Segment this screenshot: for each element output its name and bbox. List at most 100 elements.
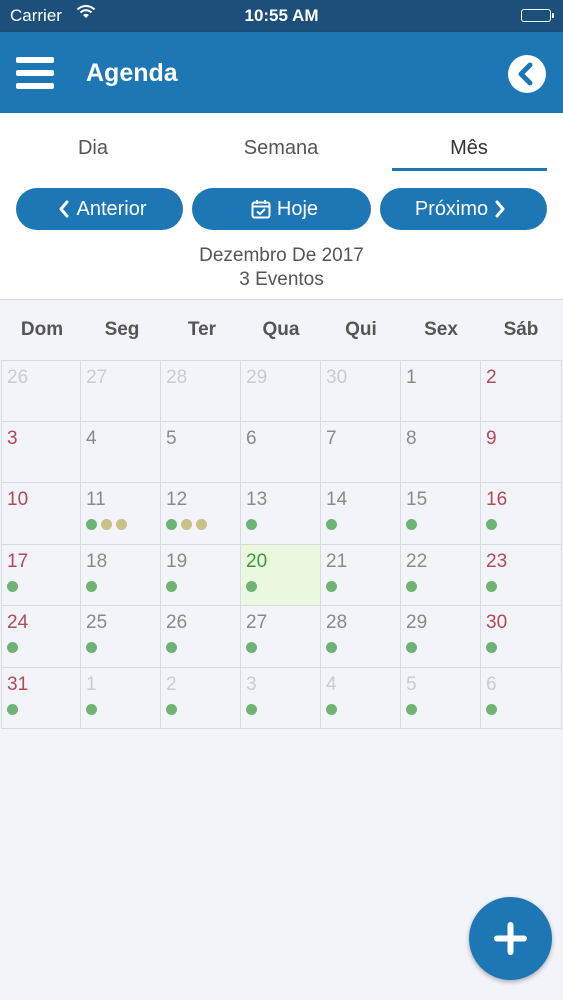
calendar-day[interactable]: 26	[1, 360, 81, 422]
calendar-day[interactable]: 2	[481, 360, 562, 422]
event-dot	[486, 704, 497, 715]
calendar-day[interactable]: 21	[321, 545, 401, 606]
calendar-day[interactable]: 3	[241, 668, 321, 729]
calendar-day[interactable]: 30	[321, 360, 401, 422]
calendar-day[interactable]: 1	[81, 668, 161, 729]
calendar-day[interactable]: 24	[1, 606, 81, 668]
event-indicators	[246, 704, 261, 715]
event-dot	[7, 581, 18, 592]
calendar-day[interactable]: 6	[241, 422, 321, 483]
calendar-day[interactable]: 18	[81, 545, 161, 606]
calendar-day[interactable]: 30	[481, 606, 562, 668]
day-number: 18	[86, 551, 108, 572]
calendar-day[interactable]: 29	[241, 360, 321, 422]
calendar-day[interactable]: 31	[1, 668, 81, 729]
tab-dia[interactable]: Dia	[30, 137, 156, 160]
calendar-day[interactable]: 19	[161, 545, 241, 606]
event-dot	[406, 581, 417, 592]
calendar-day[interactable]: 13	[241, 483, 321, 545]
calendar-day[interactable]: 8	[401, 422, 481, 483]
day-number: 15	[406, 489, 428, 510]
month-navigation: Anterior Hoje Próximo	[0, 176, 563, 236]
event-dot	[181, 519, 192, 530]
calendar-day[interactable]: 14	[321, 483, 401, 545]
clock: 10:55 AM	[244, 6, 319, 25]
event-dot	[486, 519, 497, 530]
back-button[interactable]	[508, 55, 546, 93]
day-number: 2	[166, 674, 177, 695]
event-dot	[406, 519, 417, 530]
calendar-day[interactable]: 17	[1, 545, 81, 606]
calendar-day[interactable]: 29	[401, 606, 481, 668]
event-indicators	[86, 704, 101, 715]
today-button[interactable]: Hoje	[192, 188, 371, 230]
calendar-day[interactable]: 27	[241, 606, 321, 668]
day-number: 2	[486, 367, 497, 388]
weekday-label: Qua	[262, 319, 300, 340]
event-dot	[326, 581, 337, 592]
event-dot	[246, 581, 257, 592]
calendar-day[interactable]: 15	[401, 483, 481, 545]
event-dot	[246, 704, 257, 715]
event-dot	[166, 704, 177, 715]
day-number: 17	[7, 551, 29, 572]
chevron-left-icon	[518, 62, 533, 86]
add-event-button[interactable]	[469, 897, 552, 980]
calendar-day[interactable]: 1	[401, 360, 481, 422]
calendar-day[interactable]: 12	[161, 483, 241, 545]
calendar-day[interactable]: 28	[161, 360, 241, 422]
calendar-day[interactable]: 23	[481, 545, 562, 606]
previous-button-label: Anterior	[76, 197, 147, 220]
day-number: 10	[7, 489, 29, 510]
day-number: 26	[166, 612, 188, 633]
calendar-day[interactable]: 5	[401, 668, 481, 729]
day-number: 3	[7, 428, 18, 449]
calendar-day[interactable]: 10	[1, 483, 81, 545]
event-indicators	[486, 519, 501, 530]
calendar-day[interactable]: 4	[81, 422, 161, 483]
day-number: 6	[486, 674, 497, 695]
active-tab-indicator	[392, 168, 547, 171]
day-number: 29	[246, 367, 268, 388]
weekday-label: Sex	[424, 319, 458, 340]
event-dot	[246, 642, 257, 653]
view-tabs: Dia Semana Mês	[0, 113, 563, 176]
day-number: 30	[326, 367, 348, 388]
today-button-label: Hoje	[276, 197, 319, 220]
battery-icon	[521, 9, 554, 22]
event-dot	[326, 642, 337, 653]
event-indicators	[7, 581, 22, 592]
previous-button[interactable]: Anterior	[16, 188, 183, 230]
calendar-day[interactable]: 5	[161, 422, 241, 483]
next-button[interactable]: Próximo	[380, 188, 547, 230]
calendar-day[interactable]: 25	[81, 606, 161, 668]
calendar-day[interactable]: 2	[161, 668, 241, 729]
day-number: 7	[326, 428, 337, 449]
calendar-day[interactable]: 3	[1, 422, 81, 483]
day-number: 28	[166, 367, 188, 388]
calendar-day[interactable]: 7	[321, 422, 401, 483]
calendar-day[interactable]: 27	[81, 360, 161, 422]
event-indicators	[246, 519, 261, 530]
tab-mes[interactable]: Mês	[392, 137, 546, 160]
day-number: 29	[406, 612, 428, 633]
calendar-check-icon	[251, 200, 271, 219]
day-number: 24	[7, 612, 29, 633]
day-number: 27	[246, 612, 268, 633]
event-count: 3 Eventos	[239, 269, 324, 290]
weekday-label: Dom	[20, 319, 64, 340]
calendar-day[interactable]: 22	[401, 545, 481, 606]
plus-icon	[494, 922, 527, 955]
calendar-day[interactable]: 6	[481, 668, 562, 729]
menu-icon[interactable]	[16, 57, 54, 89]
calendar-day[interactable]: 16	[481, 483, 562, 545]
calendar-day[interactable]: 20	[241, 545, 321, 606]
calendar-day[interactable]: 11	[81, 483, 161, 545]
calendar-day[interactable]: 28	[321, 606, 401, 668]
calendar-day[interactable]: 4	[321, 668, 401, 729]
tab-semana[interactable]: Semana	[218, 137, 344, 160]
event-indicators	[406, 642, 421, 653]
calendar-day[interactable]: 26	[161, 606, 241, 668]
calendar-day[interactable]: 9	[481, 422, 562, 483]
day-number: 5	[406, 674, 417, 695]
